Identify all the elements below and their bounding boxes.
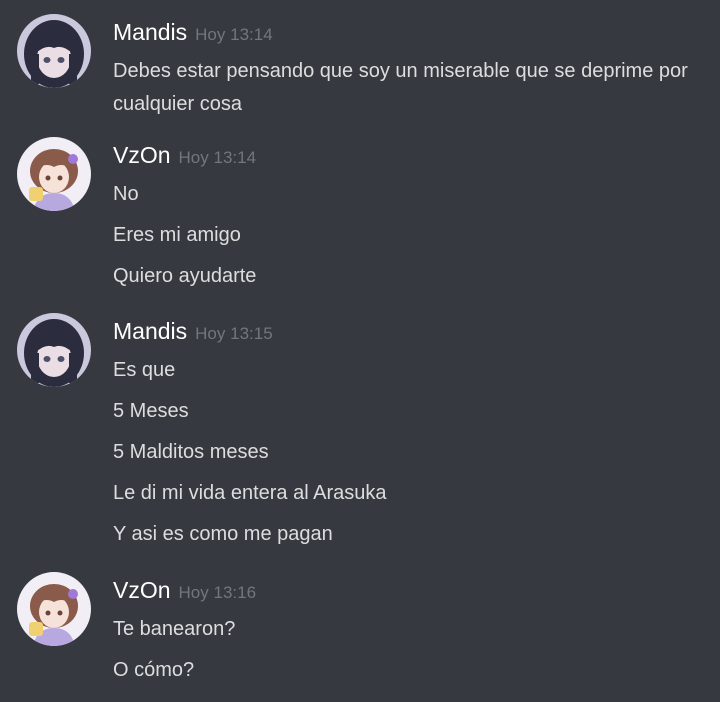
message-header: Mandis Hoy 13:15: [113, 318, 273, 345]
message-text: Es que: [113, 359, 176, 381]
username[interactable]: Mandis: [113, 318, 187, 344]
timestamp: Hoy 13:14: [195, 25, 273, 44]
username[interactable]: Mandis: [113, 19, 187, 45]
message-text: Quiero ayudarte: [113, 265, 257, 287]
message-text: Y asi es como me pagan: [113, 523, 333, 545]
avatar[interactable]: [17, 313, 91, 387]
message-content: Debes estar pensando que soy un miserabl…: [113, 55, 703, 129]
message-text: Le di mi vida entera al Arasuka: [113, 482, 387, 504]
message-text: No: [113, 183, 139, 205]
message-content: Te banearon? O cómo?: [113, 613, 703, 695]
message-text: 5 Meses: [113, 400, 189, 422]
username[interactable]: VzOn: [113, 142, 171, 168]
mandis-avatar-icon: [17, 313, 91, 387]
avatar[interactable]: [17, 572, 91, 646]
mandis-avatar-icon: [17, 14, 91, 88]
message-content: Es que 5 Meses 5 Malditos meses Le di mi…: [113, 354, 703, 559]
message-text: Eres mi amigo: [113, 224, 241, 246]
username[interactable]: VzOn: [113, 577, 171, 603]
message-header: VzOn Hoy 13:16: [113, 577, 256, 604]
avatar[interactable]: [17, 137, 91, 211]
vzon-avatar-icon: [17, 137, 91, 211]
message-text: Te banearon?: [113, 618, 236, 640]
timestamp: Hoy 13:15: [195, 324, 273, 343]
vzon-avatar-icon: [17, 572, 91, 646]
message-text: Debes estar pensando que soy un miserabl…: [113, 60, 688, 115]
timestamp: Hoy 13:14: [178, 148, 257, 167]
message-text: 5 Malditos meses: [113, 441, 269, 463]
message-header: VzOn Hoy 13:14: [113, 142, 256, 169]
message-text: O cómo?: [113, 659, 195, 681]
message-header: Mandis Hoy 13:14: [113, 19, 273, 46]
avatar[interactable]: [17, 14, 91, 88]
message-content: No Eres mi amigo Quiero ayudarte: [113, 178, 703, 301]
timestamp: Hoy 13:16: [178, 583, 257, 602]
